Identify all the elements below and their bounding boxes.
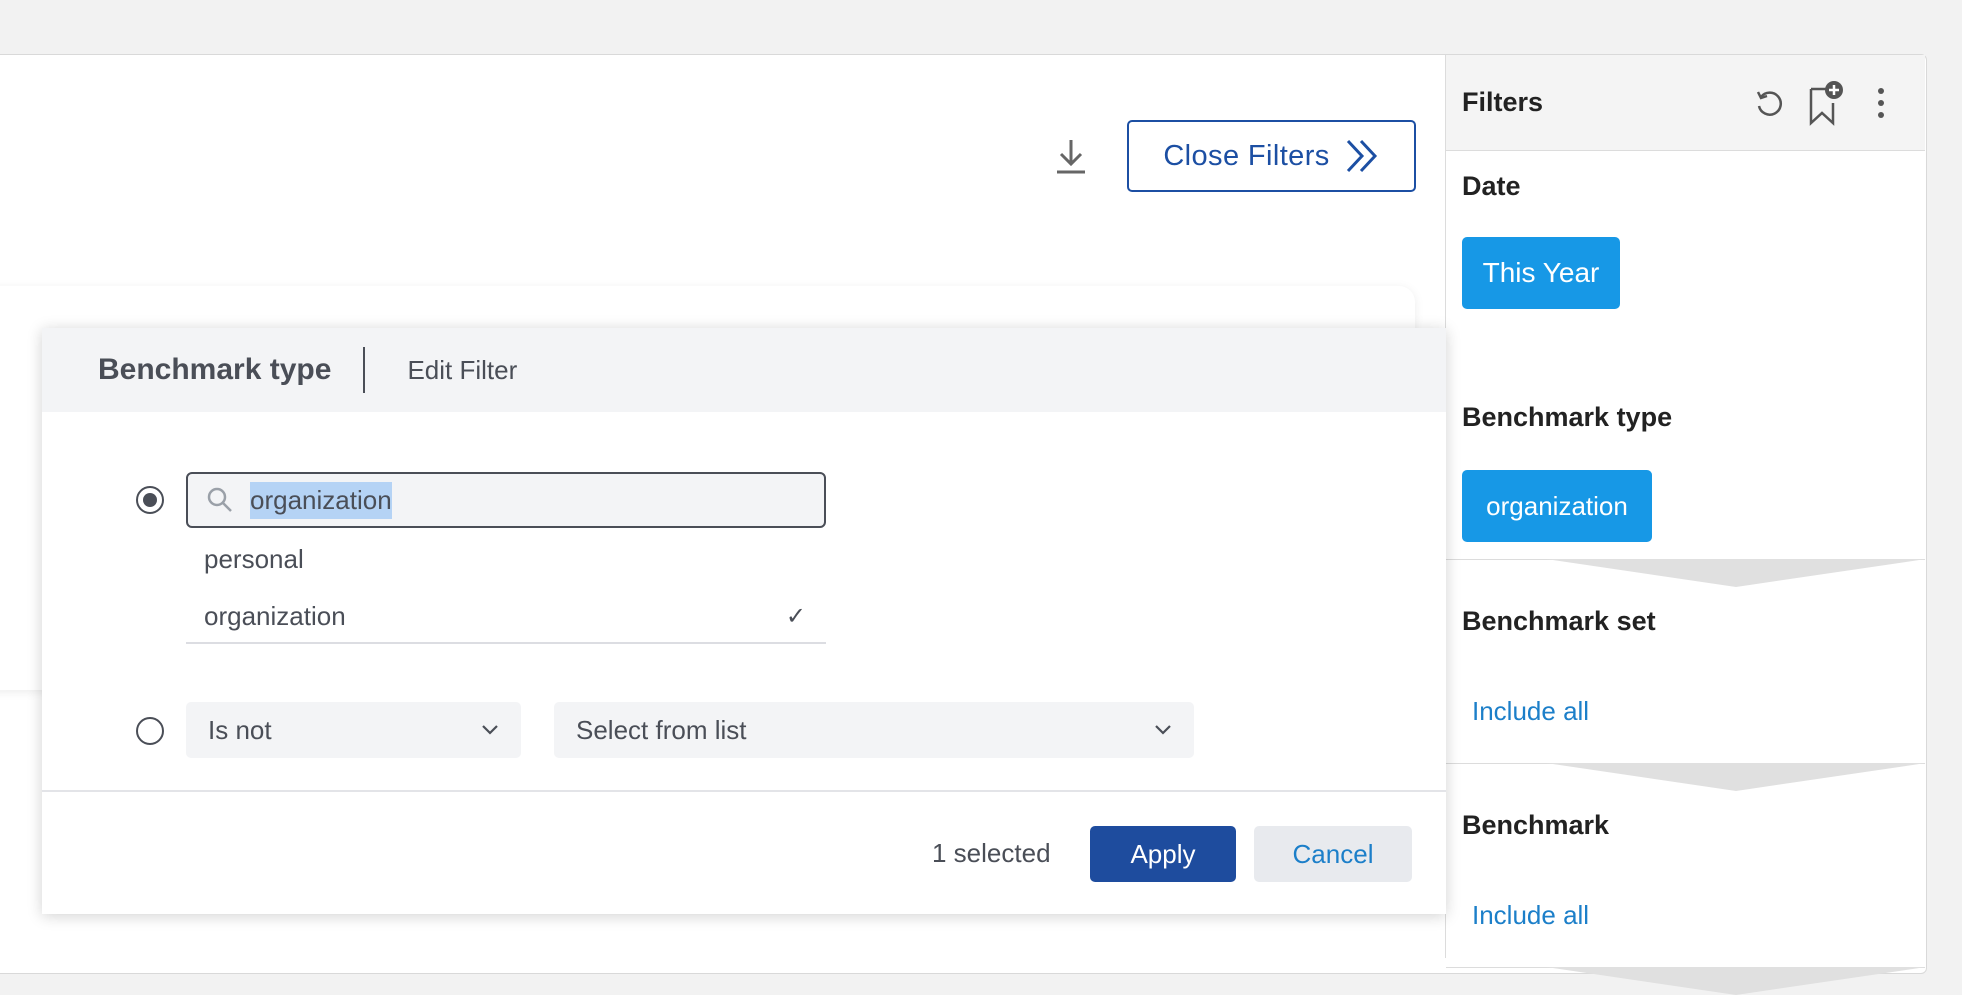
option-label: personal: [204, 543, 304, 574]
benchmark-set-label: Benchmark set: [1462, 606, 1656, 636]
more-options-button[interactable]: [1853, 75, 1909, 131]
edit-filter-popover: Benchmark type Edit Filter organization …: [42, 328, 1446, 914]
value-select-placeholder: Select from list: [576, 714, 747, 745]
benchmark-label: Benchmark: [1462, 810, 1610, 840]
popover-footer: 1 selected Apply Cancel: [42, 790, 1446, 914]
operator-select[interactable]: Is not: [186, 702, 521, 758]
reset-button[interactable]: [1741, 75, 1797, 131]
close-filters-button[interactable]: Close Filters: [1127, 120, 1416, 192]
benchmark-include-all-link[interactable]: Include all: [1472, 900, 1589, 931]
checkmark-icon: ✓: [785, 602, 806, 630]
benchmark-type-chip[interactable]: organization: [1462, 470, 1652, 542]
double-chevron-right-icon: [1346, 139, 1377, 173]
chevron-down-icon: [482, 725, 498, 735]
benchmark-type-filter: Benchmark type organization: [1446, 270, 1926, 587]
search-input-value: organization: [250, 481, 392, 519]
chevron-down-icon: [1155, 725, 1171, 735]
benchmark-type-label: Benchmark type: [1462, 402, 1673, 432]
bookmark-add-icon: [1809, 80, 1843, 126]
section-notch: [1546, 967, 1926, 995]
download-icon: [1057, 140, 1085, 174]
popover-header: Benchmark type Edit Filter: [42, 328, 1446, 412]
filters-header: Filters: [1446, 55, 1925, 151]
header-divider: [363, 347, 366, 393]
save-bookmark-button[interactable]: [1797, 75, 1853, 131]
apply-button[interactable]: Apply: [1090, 826, 1236, 882]
search-input[interactable]: organization: [186, 472, 826, 528]
reset-icon: [1756, 90, 1782, 116]
include-radio[interactable]: [136, 486, 164, 514]
filters-panel: Filters Date This Year Benchmark type or…: [1445, 55, 1926, 995]
search-icon: [207, 487, 232, 512]
option-personal[interactable]: personal: [186, 532, 826, 586]
operator-select-value: Is not: [208, 714, 272, 745]
benchmark-set-include-all-link[interactable]: Include all: [1472, 696, 1589, 727]
value-select[interactable]: Select from list: [554, 702, 1194, 758]
option-organization[interactable]: organization ✓: [186, 590, 826, 644]
popover-subtitle: Edit Filter: [407, 354, 518, 385]
option-label: organization: [204, 600, 346, 631]
exclude-radio[interactable]: [136, 717, 164, 745]
benchmark-filter: Benchmark Include all: [1446, 764, 1926, 995]
close-filters-label: Close Filters: [1163, 139, 1330, 172]
filters-title: Filters: [1462, 87, 1544, 117]
popover-title: Benchmark type: [98, 353, 332, 386]
date-label: Date: [1462, 171, 1521, 201]
cancel-button[interactable]: Cancel: [1254, 826, 1412, 882]
selected-count: 1 selected: [932, 838, 1051, 868]
benchmark-set-filter: Benchmark set Include all: [1446, 560, 1926, 791]
download-button[interactable]: [1049, 134, 1093, 178]
more-vertical-icon: [1878, 87, 1884, 118]
